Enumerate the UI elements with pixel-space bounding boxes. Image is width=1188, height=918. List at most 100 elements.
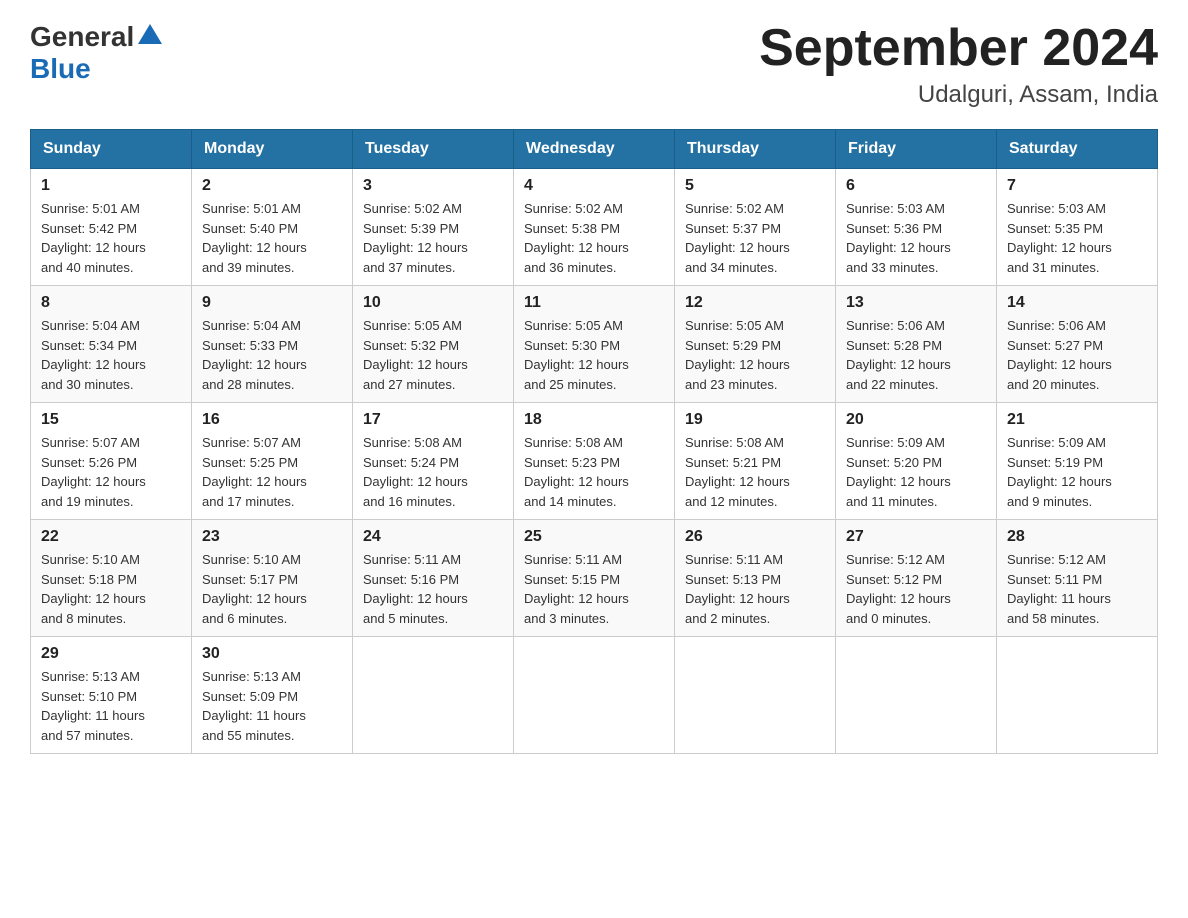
table-row: 8 Sunrise: 5:04 AMSunset: 5:34 PMDayligh… xyxy=(31,286,192,403)
month-year-title: September 2024 xyxy=(759,20,1158,77)
col-wednesday: Wednesday xyxy=(514,130,675,169)
day-number: 21 xyxy=(1007,411,1147,429)
table-row: 10 Sunrise: 5:05 AMSunset: 5:32 PMDaylig… xyxy=(353,286,514,403)
day-number: 23 xyxy=(202,528,342,546)
day-number: 20 xyxy=(846,411,986,429)
table-row: 21 Sunrise: 5:09 AMSunset: 5:19 PMDaylig… xyxy=(997,403,1158,520)
day-info: Sunrise: 5:02 AMSunset: 5:39 PMDaylight:… xyxy=(363,201,468,275)
day-number: 28 xyxy=(1007,528,1147,546)
table-row: 3 Sunrise: 5:02 AMSunset: 5:39 PMDayligh… xyxy=(353,169,514,286)
day-number: 4 xyxy=(524,177,664,195)
table-row: 30 Sunrise: 5:13 AMSunset: 5:09 PMDaylig… xyxy=(192,637,353,754)
calendar-week-row: 8 Sunrise: 5:04 AMSunset: 5:34 PMDayligh… xyxy=(31,286,1158,403)
table-row: 11 Sunrise: 5:05 AMSunset: 5:30 PMDaylig… xyxy=(514,286,675,403)
day-info: Sunrise: 5:07 AMSunset: 5:25 PMDaylight:… xyxy=(202,435,307,509)
day-info: Sunrise: 5:06 AMSunset: 5:28 PMDaylight:… xyxy=(846,318,951,392)
table-row xyxy=(997,637,1158,754)
table-row: 29 Sunrise: 5:13 AMSunset: 5:10 PMDaylig… xyxy=(31,637,192,754)
table-row: 22 Sunrise: 5:10 AMSunset: 5:18 PMDaylig… xyxy=(31,520,192,637)
col-thursday: Thursday xyxy=(675,130,836,169)
day-number: 7 xyxy=(1007,177,1147,195)
day-number: 6 xyxy=(846,177,986,195)
calendar-week-row: 1 Sunrise: 5:01 AMSunset: 5:42 PMDayligh… xyxy=(31,169,1158,286)
day-info: Sunrise: 5:12 AMSunset: 5:12 PMDaylight:… xyxy=(846,552,951,626)
day-info: Sunrise: 5:11 AMSunset: 5:15 PMDaylight:… xyxy=(524,552,629,626)
table-row: 27 Sunrise: 5:12 AMSunset: 5:12 PMDaylig… xyxy=(836,520,997,637)
calendar-header-row: Sunday Monday Tuesday Wednesday Thursday… xyxy=(31,130,1158,169)
location-subtitle: Udalguri, Assam, India xyxy=(759,81,1158,109)
table-row: 20 Sunrise: 5:09 AMSunset: 5:20 PMDaylig… xyxy=(836,403,997,520)
day-number: 2 xyxy=(202,177,342,195)
day-number: 30 xyxy=(202,645,342,663)
table-row xyxy=(514,637,675,754)
page-header: General Blue September 2024 Udalguri, As… xyxy=(30,20,1158,109)
logo-blue: Blue xyxy=(30,53,91,84)
day-number: 27 xyxy=(846,528,986,546)
day-info: Sunrise: 5:05 AMSunset: 5:29 PMDaylight:… xyxy=(685,318,790,392)
day-info: Sunrise: 5:08 AMSunset: 5:23 PMDaylight:… xyxy=(524,435,629,509)
day-info: Sunrise: 5:11 AMSunset: 5:16 PMDaylight:… xyxy=(363,552,468,626)
calendar-week-row: 22 Sunrise: 5:10 AMSunset: 5:18 PMDaylig… xyxy=(31,520,1158,637)
table-row: 4 Sunrise: 5:02 AMSunset: 5:38 PMDayligh… xyxy=(514,169,675,286)
day-number: 13 xyxy=(846,294,986,312)
day-info: Sunrise: 5:03 AMSunset: 5:35 PMDaylight:… xyxy=(1007,201,1112,275)
table-row: 7 Sunrise: 5:03 AMSunset: 5:35 PMDayligh… xyxy=(997,169,1158,286)
table-row: 23 Sunrise: 5:10 AMSunset: 5:17 PMDaylig… xyxy=(192,520,353,637)
table-row: 25 Sunrise: 5:11 AMSunset: 5:15 PMDaylig… xyxy=(514,520,675,637)
table-row xyxy=(675,637,836,754)
day-info: Sunrise: 5:05 AMSunset: 5:30 PMDaylight:… xyxy=(524,318,629,392)
logo-general: General xyxy=(30,21,134,53)
day-info: Sunrise: 5:01 AMSunset: 5:42 PMDaylight:… xyxy=(41,201,146,275)
table-row: 14 Sunrise: 5:06 AMSunset: 5:27 PMDaylig… xyxy=(997,286,1158,403)
table-row: 2 Sunrise: 5:01 AMSunset: 5:40 PMDayligh… xyxy=(192,169,353,286)
calendar-table: Sunday Monday Tuesday Wednesday Thursday… xyxy=(30,129,1158,754)
day-number: 26 xyxy=(685,528,825,546)
logo: General Blue xyxy=(30,20,164,85)
table-row: 5 Sunrise: 5:02 AMSunset: 5:37 PMDayligh… xyxy=(675,169,836,286)
title-section: September 2024 Udalguri, Assam, India xyxy=(759,20,1158,109)
day-number: 24 xyxy=(363,528,503,546)
day-number: 14 xyxy=(1007,294,1147,312)
table-row: 13 Sunrise: 5:06 AMSunset: 5:28 PMDaylig… xyxy=(836,286,997,403)
day-number: 12 xyxy=(685,294,825,312)
day-info: Sunrise: 5:09 AMSunset: 5:19 PMDaylight:… xyxy=(1007,435,1112,509)
day-number: 8 xyxy=(41,294,181,312)
day-info: Sunrise: 5:08 AMSunset: 5:21 PMDaylight:… xyxy=(685,435,790,509)
table-row: 6 Sunrise: 5:03 AMSunset: 5:36 PMDayligh… xyxy=(836,169,997,286)
calendar-week-row: 29 Sunrise: 5:13 AMSunset: 5:10 PMDaylig… xyxy=(31,637,1158,754)
day-info: Sunrise: 5:04 AMSunset: 5:33 PMDaylight:… xyxy=(202,318,307,392)
day-info: Sunrise: 5:08 AMSunset: 5:24 PMDaylight:… xyxy=(363,435,468,509)
col-friday: Friday xyxy=(836,130,997,169)
col-sunday: Sunday xyxy=(31,130,192,169)
day-info: Sunrise: 5:10 AMSunset: 5:18 PMDaylight:… xyxy=(41,552,146,626)
day-number: 17 xyxy=(363,411,503,429)
day-number: 22 xyxy=(41,528,181,546)
day-number: 18 xyxy=(524,411,664,429)
day-info: Sunrise: 5:07 AMSunset: 5:26 PMDaylight:… xyxy=(41,435,146,509)
day-info: Sunrise: 5:09 AMSunset: 5:20 PMDaylight:… xyxy=(846,435,951,509)
table-row: 16 Sunrise: 5:07 AMSunset: 5:25 PMDaylig… xyxy=(192,403,353,520)
table-row: 9 Sunrise: 5:04 AMSunset: 5:33 PMDayligh… xyxy=(192,286,353,403)
day-info: Sunrise: 5:02 AMSunset: 5:37 PMDaylight:… xyxy=(685,201,790,275)
day-info: Sunrise: 5:01 AMSunset: 5:40 PMDaylight:… xyxy=(202,201,307,275)
day-number: 1 xyxy=(41,177,181,195)
day-number: 16 xyxy=(202,411,342,429)
day-number: 29 xyxy=(41,645,181,663)
day-info: Sunrise: 5:12 AMSunset: 5:11 PMDaylight:… xyxy=(1007,552,1111,626)
table-row: 15 Sunrise: 5:07 AMSunset: 5:26 PMDaylig… xyxy=(31,403,192,520)
day-info: Sunrise: 5:04 AMSunset: 5:34 PMDaylight:… xyxy=(41,318,146,392)
table-row xyxy=(353,637,514,754)
col-monday: Monday xyxy=(192,130,353,169)
day-number: 11 xyxy=(524,294,664,312)
table-row: 24 Sunrise: 5:11 AMSunset: 5:16 PMDaylig… xyxy=(353,520,514,637)
table-row xyxy=(836,637,997,754)
day-number: 25 xyxy=(524,528,664,546)
col-tuesday: Tuesday xyxy=(353,130,514,169)
table-row: 17 Sunrise: 5:08 AMSunset: 5:24 PMDaylig… xyxy=(353,403,514,520)
table-row: 18 Sunrise: 5:08 AMSunset: 5:23 PMDaylig… xyxy=(514,403,675,520)
day-number: 5 xyxy=(685,177,825,195)
calendar-week-row: 15 Sunrise: 5:07 AMSunset: 5:26 PMDaylig… xyxy=(31,403,1158,520)
table-row: 19 Sunrise: 5:08 AMSunset: 5:21 PMDaylig… xyxy=(675,403,836,520)
day-number: 3 xyxy=(363,177,503,195)
day-number: 19 xyxy=(685,411,825,429)
